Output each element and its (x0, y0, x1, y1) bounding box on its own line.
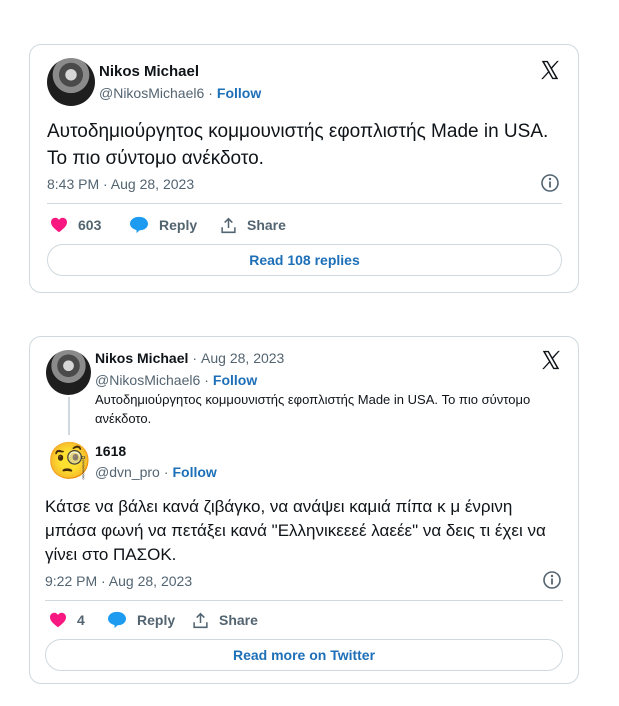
heart-icon (51, 217, 67, 233)
reply-button[interactable]: Reply (107, 610, 175, 630)
divider (47, 203, 562, 204)
separator-dot: · (163, 464, 169, 480)
author-handle-line: @dvn_pro · Follow (95, 464, 217, 480)
like-count: 4 (77, 612, 85, 628)
quoted-author-name[interactable]: Nikos Michael (95, 350, 188, 366)
read-replies-button[interactable]: Read 108 replies (47, 244, 562, 276)
tweet-card: Nikos Michael · Aug 28, 2023 @NikosMichael… (29, 336, 579, 684)
thread-line (68, 397, 70, 435)
like-button[interactable]: 603 (50, 215, 101, 235)
tweet-timestamp[interactable]: 8:43 PM · Aug 28, 2023 (47, 176, 194, 192)
share-label: Share (219, 612, 258, 628)
author-handle-line: @NikosMichael6 · Follow (99, 85, 261, 101)
avatar[interactable] (47, 58, 95, 106)
quoted-follow-button[interactable]: Follow (213, 372, 257, 388)
reply-label: Reply (137, 612, 176, 628)
quoted-header: Nikos Michael · Aug 28, 2023 (95, 350, 284, 366)
separator-dot: · (208, 85, 213, 101)
author-name[interactable]: 1618 (95, 443, 126, 459)
quoted-tweet-text: Αυτοδημιούργητος κομμουνιστής εφοπλιστής… (95, 392, 531, 426)
quoted-avatar[interactable] (46, 350, 91, 395)
tweet-text: Κάτσε να βάλει κανά ζιβάγκο, να ανάψει κ… (45, 497, 546, 564)
reply-icon (108, 611, 126, 629)
quoted-date[interactable]: Aug 28, 2023 (201, 350, 284, 366)
separator-dot: · (192, 350, 198, 366)
reply-label: Reply (159, 217, 198, 233)
follow-button[interactable]: Follow (172, 464, 216, 480)
info-icon[interactable] (542, 570, 562, 590)
author-handle[interactable]: @dvn_pro (95, 464, 160, 480)
x-logo-icon[interactable] (540, 349, 562, 371)
author-name[interactable]: Nikos Michael (99, 63, 199, 80)
divider (45, 600, 563, 601)
follow-button[interactable]: Follow (217, 85, 261, 101)
like-count: 603 (78, 217, 102, 233)
separator-dot: · (204, 372, 209, 388)
reply-icon (130, 216, 148, 234)
reply-button[interactable]: Reply (129, 215, 197, 235)
read-more-button[interactable]: Read more on Twitter (45, 639, 563, 671)
share-button[interactable]: Share (220, 215, 286, 235)
share-icon (221, 217, 236, 233)
tweet-timestamp[interactable]: 9:22 PM · Aug 28, 2023 (45, 573, 192, 589)
tweet-text: Αυτοδημιούργητος κομμουνιστής εφοπλιστής… (47, 121, 549, 169)
share-icon (193, 612, 208, 628)
tweet-card: Nikos Michael @NikosMichael6 · Follow Αυτο… (29, 44, 579, 293)
x-logo-icon[interactable] (539, 59, 561, 81)
share-button[interactable]: Share (192, 610, 258, 630)
heart-icon (50, 612, 66, 628)
share-label: Share (247, 217, 286, 233)
info-icon[interactable] (540, 173, 560, 193)
like-button[interactable]: 4 (49, 610, 85, 630)
reply-avatar[interactable]: 🧐 (47, 441, 92, 481)
quoted-author-handle[interactable]: @NikosMichael6 (95, 372, 200, 388)
quoted-handle-line: @NikosMichael6 · Follow (95, 372, 257, 388)
author-handle[interactable]: @NikosMichael6 (99, 85, 204, 101)
